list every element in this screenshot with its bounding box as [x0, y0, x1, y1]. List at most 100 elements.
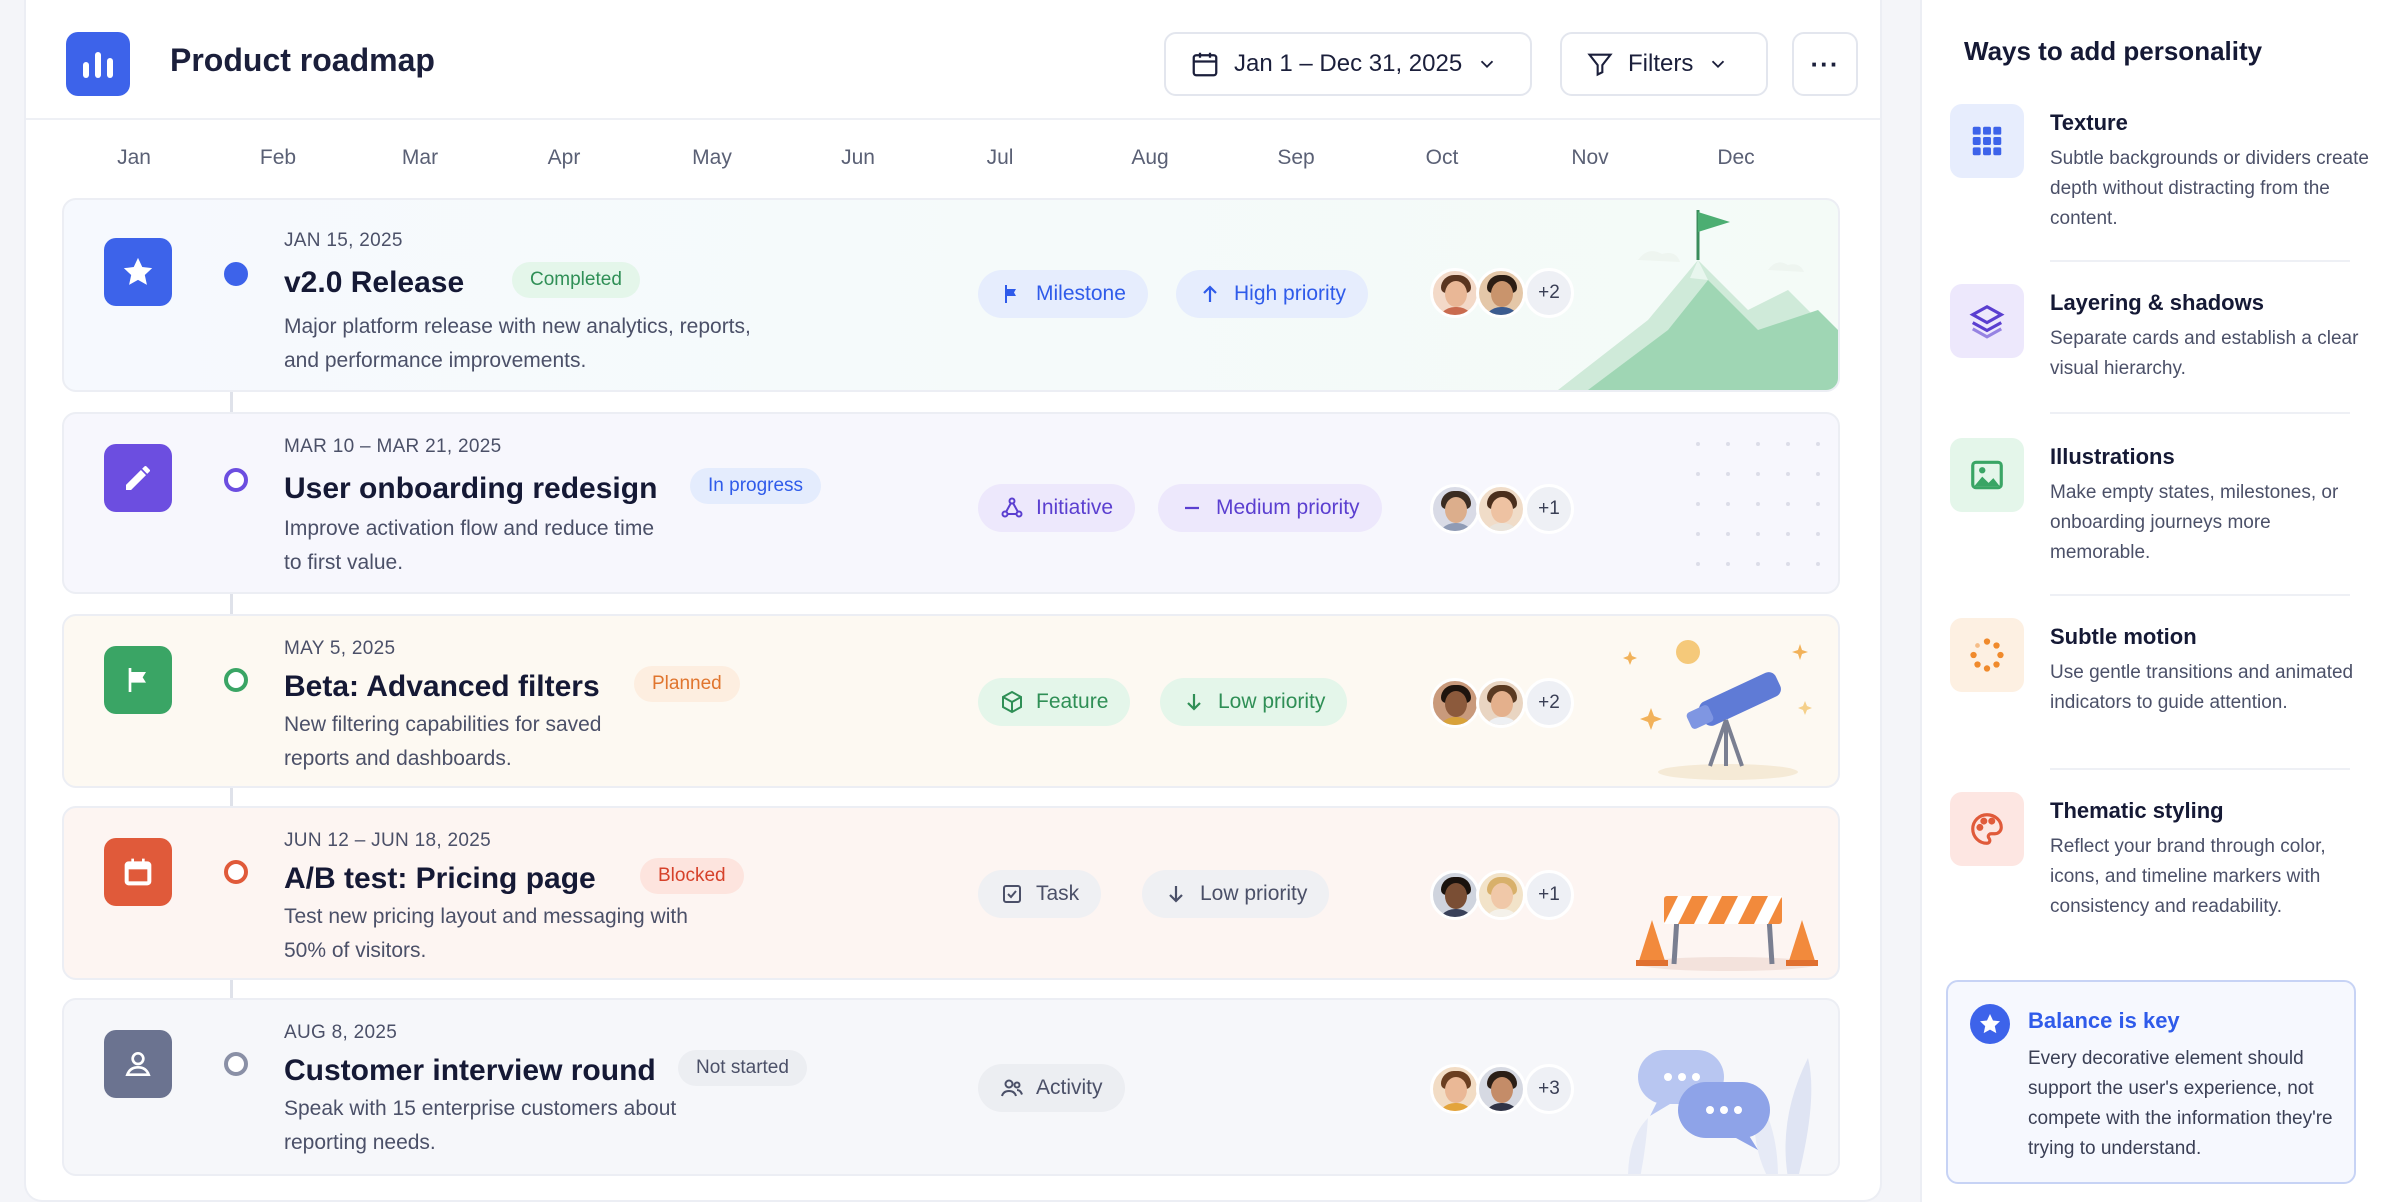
item-description: Speak with 15 enterprise customers about…: [284, 1097, 677, 1154]
balance-callout: Balance is key Every decorative element …: [1946, 980, 2356, 1184]
priority-tag[interactable]: High priority: [1176, 270, 1369, 318]
roadmap-item[interactable]: MAY 5, 2025 Beta: Advanced filters Plann…: [62, 614, 1840, 788]
priority-label: Medium priority: [1216, 496, 1360, 519]
image-icon: [1950, 438, 2024, 512]
type-tag[interactable]: Activity: [978, 1064, 1125, 1112]
month-label: Aug: [1131, 146, 1169, 169]
tip-title: Layering & shadows: [2050, 290, 2264, 315]
timeline-marker: [224, 262, 248, 286]
layers-icon: [1950, 284, 2024, 358]
item-description: New filtering capabilities for saved rep…: [284, 713, 602, 770]
avatar: [1476, 268, 1526, 318]
more-assignees-count: +1: [1524, 870, 1574, 920]
calendar-icon: [1192, 52, 1218, 77]
type-label: Feature: [1036, 690, 1109, 713]
month-label: Jul: [986, 146, 1014, 169]
header: Product roadmap Jan 1 – Dec 31, 2025 Fil…: [26, 0, 1880, 120]
balance-text: Every decorative element should support …: [2028, 1048, 2333, 1159]
tip-item: Layering & shadows Separate cards and es…: [1950, 284, 2370, 414]
item-date: MAR 10 – MAR 21, 2025: [284, 436, 502, 457]
tip-text: Separate cards and establish a clear vis…: [2050, 328, 2359, 379]
arrow-down-icon: [1187, 694, 1201, 711]
month-label: Oct: [1425, 146, 1459, 169]
avatar: [1430, 268, 1480, 318]
cube-icon: [1002, 690, 1022, 714]
priority-tag[interactable]: Low priority: [1160, 678, 1348, 726]
assignees[interactable]: +3: [1430, 1064, 1574, 1114]
tip-title: Illustrations: [2050, 444, 2175, 469]
filters-label: Filters: [1628, 50, 1694, 77]
bar-chart-icon: [66, 32, 130, 96]
type-label: Initiative: [1036, 496, 1114, 519]
assignees[interactable]: +1: [1430, 870, 1574, 920]
date-range-label: Jan 1 – Dec 31, 2025: [1234, 50, 1463, 77]
assignees[interactable]: +1: [1430, 484, 1574, 534]
priority-tag[interactable]: Low priority: [1142, 870, 1330, 918]
star-badge-icon: [1970, 1004, 2010, 1044]
more-assignees-count: +1: [1524, 484, 1574, 534]
roadmap-item[interactable]: MAR 10 – MAR 21, 2025 User onboarding re…: [62, 412, 1840, 594]
month-label: Feb: [259, 146, 297, 169]
tip-item: Subtle motion Use gentle transitions and…: [1950, 618, 2370, 768]
type-tag[interactable]: Feature: [978, 678, 1131, 726]
item-date: JAN 15, 2025: [284, 230, 403, 251]
users-icon: [1001, 1079, 1023, 1097]
item-title: A/B test: Pricing page: [284, 862, 596, 895]
more-assignees-count: +3: [1524, 1064, 1574, 1114]
item-description: Test new pricing layout and messaging wi…: [284, 905, 688, 962]
item-description: Major platform release with new analytic…: [284, 315, 751, 372]
item-title: Customer interview round: [284, 1054, 656, 1087]
mountain-flag-illustration: [1558, 210, 1838, 390]
avatar: [1476, 1064, 1526, 1114]
timeline-marker: [224, 468, 248, 492]
star-icon: [104, 238, 172, 306]
month-axis: Jan Feb Mar Apr May Jun Jul Aug Sep Oct …: [82, 146, 1822, 176]
month-label: May: [692, 146, 732, 169]
item-title: Beta: Advanced filters: [284, 670, 600, 703]
item-description: Improve activation flow and reduce time …: [284, 517, 655, 574]
chat-bubbles-illustration: [1628, 1050, 1812, 1174]
month-label: Apr: [547, 146, 581, 169]
item-date: AUG 8, 2025: [284, 1022, 398, 1043]
more-options-button[interactable]: ···: [1792, 32, 1858, 96]
tip-text: Reflect your brand through color, icons,…: [2050, 836, 2326, 917]
status-badge: Planned: [634, 666, 740, 702]
more-assignees-count: +2: [1524, 678, 1574, 728]
balance-title: Balance is key: [2028, 1008, 2180, 1033]
minus-icon: [1185, 506, 1199, 510]
type-tag[interactable]: Task: [978, 870, 1102, 918]
user-icon: [104, 1030, 172, 1098]
chevron-down-icon: [1481, 60, 1494, 69]
roadmap-item[interactable]: JAN 15, 2025 v2.0 Release Completed Majo…: [62, 198, 1840, 392]
divider: [2050, 768, 2350, 770]
calendar-icon: [104, 838, 172, 906]
roadmap-item[interactable]: JUN 12 – JUN 18, 2025 A/B test: Pricing …: [62, 806, 1840, 980]
roadmap-item[interactable]: AUG 8, 2025 Customer interview round Not…: [62, 998, 1840, 1176]
tip-title: Texture: [2050, 110, 2128, 135]
divider: [2050, 260, 2350, 262]
avatar: [1476, 484, 1526, 534]
type-tag[interactable]: Initiative: [978, 484, 1136, 532]
filters-button[interactable]: Filters: [1560, 32, 1768, 96]
checkbox-icon: [1003, 885, 1021, 903]
date-range-button[interactable]: Jan 1 – Dec 31, 2025: [1164, 32, 1532, 96]
avatar: [1476, 870, 1526, 920]
tip-title: Subtle motion: [2050, 624, 2197, 649]
tip-item: Illustrations Make empty states, milesto…: [1950, 438, 2370, 588]
timeline-marker: [224, 668, 248, 692]
month-label: Dec: [1717, 146, 1755, 169]
status-badge: Not started: [678, 1050, 807, 1086]
avatar: [1430, 1064, 1480, 1114]
priority-tag[interactable]: Medium priority: [1158, 484, 1382, 532]
month-label: Jan: [117, 146, 151, 169]
tip-title: Thematic styling: [2050, 798, 2224, 823]
assignees[interactable]: +2: [1430, 678, 1574, 728]
avatar: [1430, 678, 1480, 728]
type-label: Milestone: [1036, 282, 1126, 305]
type-label: Activity: [1036, 1076, 1103, 1099]
type-tag[interactable]: Milestone: [978, 270, 1148, 318]
tip-text: Subtle backgrounds or dividers create de…: [2050, 148, 2369, 229]
month-label: Mar: [401, 146, 439, 169]
month-label: Jun: [841, 146, 875, 169]
assignees[interactable]: +2: [1430, 268, 1574, 318]
